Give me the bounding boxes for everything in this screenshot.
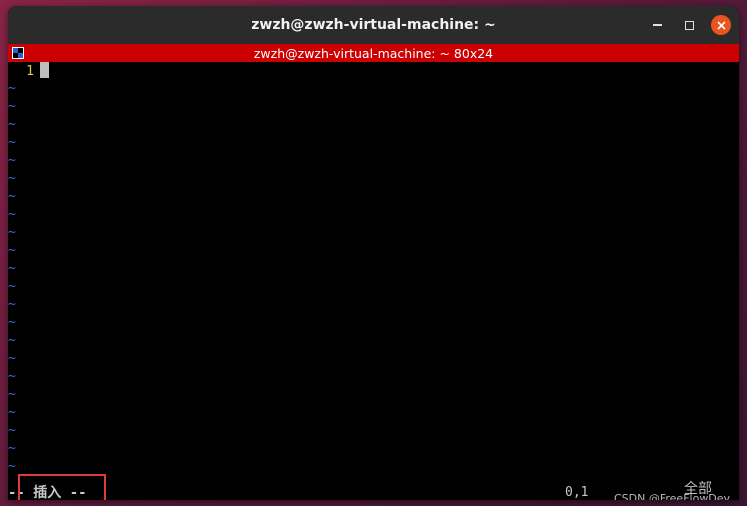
tilde-marker: ~ bbox=[8, 225, 16, 240]
close-icon bbox=[716, 20, 726, 30]
tilde-marker: ~ bbox=[8, 99, 16, 114]
tilde-marker: ~ bbox=[8, 189, 16, 204]
tilde-marker: ~ bbox=[8, 351, 16, 366]
close-button[interactable] bbox=[711, 15, 731, 35]
empty-line: ~ bbox=[8, 116, 739, 134]
empty-line: ~ bbox=[8, 314, 739, 332]
empty-line: ~ bbox=[8, 422, 739, 440]
empty-line: ~ bbox=[8, 260, 739, 278]
tilde-marker: ~ bbox=[8, 387, 16, 402]
maximize-icon bbox=[684, 20, 694, 30]
empty-line: ~ bbox=[8, 404, 739, 422]
terminal-window[interactable]: zwzh@zwzh-virtual-machine: ~ zwzh@zwzh-v… bbox=[8, 6, 739, 500]
minimize-button[interactable] bbox=[647, 15, 667, 35]
empty-line: ~ bbox=[8, 170, 739, 188]
watermark-text: CSDN @FreeFlowDev bbox=[614, 492, 731, 500]
tilde-marker: ~ bbox=[8, 279, 16, 294]
window-title: zwzh@zwzh-virtual-machine: ~ bbox=[251, 17, 496, 33]
empty-line: ~ bbox=[8, 278, 739, 296]
window-controls bbox=[647, 15, 731, 35]
empty-line: ~ bbox=[8, 152, 739, 170]
tilde-marker: ~ bbox=[8, 369, 16, 384]
empty-line: ~ bbox=[8, 368, 739, 386]
mode-highlight-box bbox=[18, 474, 106, 500]
empty-line: ~ bbox=[8, 242, 739, 260]
tilde-marker: ~ bbox=[8, 459, 16, 474]
empty-line: ~ bbox=[8, 224, 739, 242]
empty-line: ~ bbox=[8, 206, 739, 224]
empty-line: ~ bbox=[8, 440, 739, 458]
tmux-status-text: zwzh@zwzh-virtual-machine: ~ 80x24 bbox=[253, 45, 494, 61]
tilde-marker: ~ bbox=[8, 81, 16, 96]
empty-line: ~ bbox=[8, 98, 739, 116]
tilde-marker: ~ bbox=[8, 315, 16, 330]
tilde-marker: ~ bbox=[8, 423, 16, 438]
tmux-icon bbox=[12, 47, 24, 59]
tilde-marker: ~ bbox=[8, 441, 16, 456]
tilde-marker: ~ bbox=[8, 333, 16, 348]
title-bar[interactable]: zwzh@zwzh-virtual-machine: ~ bbox=[8, 6, 739, 44]
empty-line: ~ bbox=[8, 134, 739, 152]
tmux-status-bar: zwzh@zwzh-virtual-machine: ~ 80x24 bbox=[8, 44, 739, 62]
terminal-content[interactable]: 1 ~ ~ ~ ~ ~ ~ ~ ~ ~ ~ ~ ~ ~ ~ ~ ~ ~ ~ ~ … bbox=[8, 62, 739, 500]
line-number: 1 bbox=[26, 64, 34, 79]
empty-line: ~ bbox=[8, 332, 739, 350]
editor-line-1[interactable]: 1 bbox=[8, 62, 739, 80]
empty-line: ~ bbox=[8, 458, 739, 476]
empty-line: ~ bbox=[8, 296, 739, 314]
tilde-marker: ~ bbox=[8, 153, 16, 168]
empty-line: ~ bbox=[8, 80, 739, 98]
tilde-marker: ~ bbox=[8, 405, 16, 420]
text-cursor bbox=[40, 62, 49, 78]
tilde-marker: ~ bbox=[8, 261, 16, 276]
empty-line: ~ bbox=[8, 350, 739, 368]
tilde-marker: ~ bbox=[8, 135, 16, 150]
empty-line: ~ bbox=[8, 386, 739, 404]
cursor-position: 0,1 bbox=[565, 485, 589, 500]
tilde-marker: ~ bbox=[8, 207, 16, 222]
empty-line: ~ bbox=[8, 188, 739, 206]
tilde-marker: ~ bbox=[8, 297, 16, 312]
maximize-button[interactable] bbox=[679, 15, 699, 35]
tilde-marker: ~ bbox=[8, 117, 16, 132]
tilde-marker: ~ bbox=[8, 171, 16, 186]
tilde-marker: ~ bbox=[8, 243, 16, 258]
minimize-icon bbox=[652, 24, 662, 26]
